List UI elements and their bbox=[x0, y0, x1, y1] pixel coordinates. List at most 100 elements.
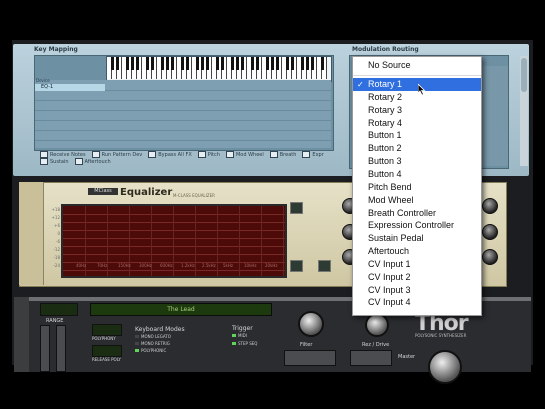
thor-keyboard-mode-label: MONO RETRIG bbox=[141, 341, 170, 346]
menu-item-label: Mod Wheel bbox=[368, 194, 414, 205]
checkbox-icon[interactable] bbox=[74, 158, 83, 165]
piano-black-key[interactable] bbox=[215, 57, 219, 70]
menu-item-rotary-3[interactable]: Rotary 3 bbox=[353, 104, 481, 117]
device-row[interactable]: EQ-1 bbox=[35, 84, 105, 91]
menu-item-label: CV Input 4 bbox=[368, 297, 411, 308]
menu-item-cv-input-3[interactable]: CV Input 3 bbox=[353, 284, 481, 297]
piano-black-key[interactable] bbox=[290, 57, 294, 70]
thor-master-volume-knob[interactable] bbox=[428, 350, 462, 384]
menu-item-rotary-2[interactable]: Rotary 2 bbox=[353, 91, 481, 104]
menu-item-cv-input-1[interactable]: CV Input 1 bbox=[353, 258, 481, 271]
menu-item-button-2[interactable]: Button 2 bbox=[353, 142, 481, 155]
piano-black-key[interactable] bbox=[220, 57, 224, 70]
menu-item-button-1[interactable]: Button 1 bbox=[353, 129, 481, 142]
checkbox-icon[interactable] bbox=[91, 151, 100, 158]
piano-black-key[interactable] bbox=[165, 57, 169, 70]
combinator-option[interactable]: Sustain bbox=[34, 158, 69, 165]
piano-black-key[interactable] bbox=[115, 57, 119, 70]
piano-black-key[interactable] bbox=[145, 57, 149, 70]
thor-patch-name-display[interactable]: The Lead bbox=[90, 303, 272, 316]
piano-black-key[interactable] bbox=[130, 57, 134, 70]
menu-item-cv-input-2[interactable]: CV Input 2 bbox=[353, 271, 481, 284]
eq-lo-cut-button[interactable] bbox=[290, 202, 303, 214]
piano-black-key[interactable] bbox=[250, 57, 254, 70]
piano-black-key[interactable] bbox=[185, 57, 189, 70]
piano-black-key[interactable] bbox=[195, 57, 199, 70]
piano-black-key[interactable] bbox=[180, 57, 184, 70]
eq-hi-cut-button[interactable] bbox=[318, 260, 331, 272]
checkbox-icon[interactable] bbox=[197, 151, 206, 158]
checkbox-icon[interactable] bbox=[148, 151, 157, 158]
combinator-option[interactable]: Bypass All FX bbox=[142, 151, 192, 158]
thor-rez-switch[interactable] bbox=[350, 350, 392, 366]
thor-mod-wheel[interactable] bbox=[56, 325, 66, 372]
combinator-option[interactable]: Breath bbox=[264, 151, 296, 158]
piano-black-key[interactable] bbox=[125, 57, 129, 70]
piano-black-key[interactable] bbox=[275, 57, 279, 70]
menu-item-aftertouch[interactable]: Aftertouch bbox=[353, 245, 481, 258]
thor-keyboard-mode-option[interactable]: POLYPHONIC bbox=[135, 348, 195, 355]
piano-black-key[interactable] bbox=[285, 57, 289, 70]
piano-black-key[interactable] bbox=[305, 57, 309, 70]
rack-scrollbar-thumb[interactable] bbox=[521, 58, 527, 92]
eq-freq-tick: 5kHz bbox=[223, 263, 233, 268]
checkbox-icon[interactable] bbox=[40, 158, 48, 165]
piano-black-key[interactable] bbox=[135, 57, 139, 70]
menu-item-expression-controller[interactable]: Expression Controller bbox=[353, 219, 481, 232]
piano-black-key[interactable] bbox=[265, 57, 269, 70]
menu-item-pitch-bend[interactable]: Pitch Bend bbox=[353, 181, 481, 194]
thor-keyboard-mode-option[interactable]: MONO LEGATO bbox=[135, 334, 195, 341]
thor-filter-knob[interactable] bbox=[298, 311, 324, 337]
checkbox-icon[interactable] bbox=[302, 151, 311, 158]
menu-item-sustain-pedal[interactable]: Sustain Pedal bbox=[353, 232, 481, 245]
eq-hi-gain-knob[interactable] bbox=[482, 249, 498, 265]
piano-black-key[interactable] bbox=[240, 57, 244, 70]
thor-polyphony-display bbox=[92, 324, 122, 336]
combinator-option[interactable]: Pitch bbox=[192, 151, 220, 158]
modulation-routing-grid[interactable] bbox=[480, 66, 508, 166]
piano-black-key[interactable] bbox=[230, 57, 234, 70]
piano-black-key[interactable] bbox=[160, 57, 164, 70]
menu-item-breath-controller[interactable]: Breath Controller bbox=[353, 207, 481, 220]
thor-keyboard-mode-option[interactable]: MONO RETRIG bbox=[135, 341, 195, 348]
menu-item-button-3[interactable]: Button 3 bbox=[353, 155, 481, 168]
combinator-option[interactable]: Run Pattern Dev bbox=[86, 151, 142, 158]
thor-pitch-wheel[interactable] bbox=[40, 325, 50, 372]
menu-item-rotary-4[interactable]: Rotary 4 bbox=[353, 117, 481, 130]
menu-item-button-4[interactable]: Button 4 bbox=[353, 168, 481, 181]
piano-black-key[interactable] bbox=[170, 57, 174, 70]
eq-grid-line bbox=[63, 246, 285, 247]
checkbox-icon[interactable] bbox=[269, 151, 278, 158]
menu-item-no-source[interactable]: No Source bbox=[353, 59, 481, 72]
piano-black-key[interactable] bbox=[150, 57, 154, 70]
thor-polyphony-label: POLYPHONY bbox=[92, 336, 116, 341]
thor-trigger-option[interactable]: MIDI bbox=[232, 333, 272, 341]
thor-rez-drive-knob[interactable] bbox=[365, 313, 389, 337]
eq-bypass-button[interactable] bbox=[290, 260, 303, 272]
checkbox-icon[interactable] bbox=[40, 151, 48, 158]
piano-black-key[interactable] bbox=[255, 57, 259, 70]
checkbox-icon[interactable] bbox=[225, 151, 234, 158]
key-mapping-keyboard[interactable] bbox=[106, 56, 332, 82]
piano-black-key[interactable] bbox=[235, 57, 239, 70]
piano-black-key[interactable] bbox=[200, 57, 204, 70]
piano-black-key[interactable] bbox=[110, 57, 114, 70]
eq-scale-tick: 0 bbox=[57, 231, 60, 236]
thor-filter-switch[interactable] bbox=[284, 350, 336, 366]
eq-hi-freq-knob[interactable] bbox=[482, 224, 498, 240]
combinator-option[interactable]: Mod Wheel bbox=[220, 151, 264, 158]
piano-black-key[interactable] bbox=[205, 57, 209, 70]
menu-item-mod-wheel[interactable]: Mod Wheel bbox=[353, 194, 481, 207]
eq-hi-shelf-knob[interactable] bbox=[482, 198, 498, 214]
piano-black-key[interactable] bbox=[270, 57, 274, 70]
piano-black-key[interactable] bbox=[320, 57, 324, 70]
combinator-option[interactable]: Aftertouch bbox=[69, 158, 111, 165]
thor-keyboard-mode-list: MONO LEGATO MONO RETRIG POLYPHONIC bbox=[135, 334, 195, 358]
menu-item-cv-input-4[interactable]: CV Input 4 bbox=[353, 296, 481, 309]
piano-black-key[interactable] bbox=[300, 57, 304, 70]
eq-scale-tick: +18 bbox=[51, 207, 60, 212]
menu-item-rotary-1[interactable]: ✓ Rotary 1 bbox=[353, 78, 481, 91]
thor-trigger-option[interactable]: STEP SEQ bbox=[232, 341, 272, 349]
combinator-option[interactable]: Expr bbox=[296, 151, 324, 158]
piano-black-key[interactable] bbox=[310, 57, 314, 70]
